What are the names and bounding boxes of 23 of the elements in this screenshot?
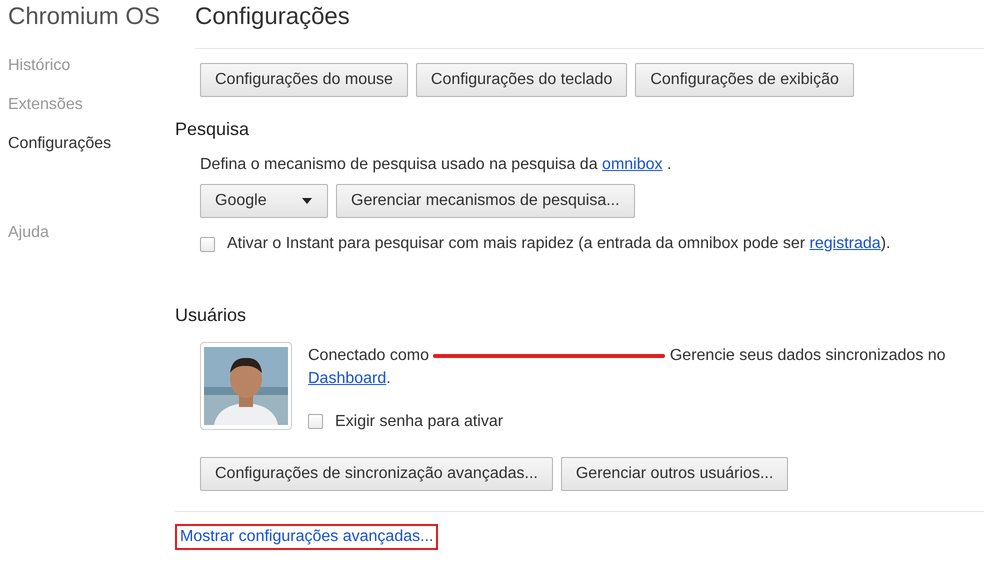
app-title: Chromium OS: [8, 3, 162, 31]
search-description: Defina o mecanismo de pesquisa usado na pesquisa da omnibox .: [200, 156, 672, 174]
user-button[interactable]: Gerenciar outros usuários...: [560, 457, 788, 491]
password-label: Exigir senha para ativar: [335, 412, 504, 432]
search-engine-dropdown[interactable]: Google: [200, 184, 328, 218]
advanced-settings-link[interactable]: Mostrar configurações avançadas...: [175, 524, 438, 550]
user-button[interactable]: Configurações de sincronização avançadas...: [200, 457, 553, 491]
page-title: Configurações: [195, 2, 351, 31]
settings-button[interactable]: Configurações do mouse: [200, 63, 408, 97]
instant-label: Ativar o Instant para pesquisar com mais rapidez (a entrada da omnibox pode ser registrada).: [227, 235, 890, 253]
sidebar-item[interactable]: Configurações: [8, 135, 175, 153]
registrada-link[interactable]: registrada: [810, 235, 881, 252]
omnibox-link[interactable]: omnibox: [602, 156, 663, 173]
manage-search-engines-button[interactable]: Gerenciar mecanismos de pesquisa...: [336, 184, 635, 218]
account-text: Conectado como Gerencie seus dados sincronizados no Dashboard.: [308, 346, 947, 389]
dashboard-link[interactable]: Dashboard: [308, 370, 386, 387]
settings-button[interactable]: Configurações do teclado: [416, 63, 628, 97]
section-heading: Usuários: [175, 305, 248, 326]
instant-checkbox[interactable]: [200, 236, 215, 252]
section-heading: Pesquisa: [175, 119, 250, 140]
password-checkbox[interactable]: [308, 414, 323, 429]
settings-button[interactable]: Configurações de exibição: [635, 63, 854, 97]
caret-icon: [301, 197, 313, 205]
